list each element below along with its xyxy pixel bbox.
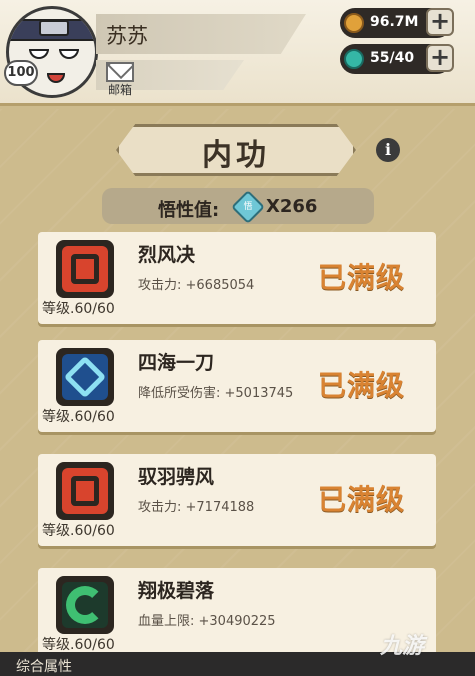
skill-stat: 攻击力: +6685054	[138, 278, 255, 293]
mailbox-label: 邮箱	[107, 83, 132, 97]
skill-card[interactable]: 四海一刀 降低所受伤害: +5013745 等级.60/60 已满级	[38, 340, 436, 432]
info-icon[interactable]: i	[376, 138, 400, 162]
energy-value: 55/40	[370, 50, 415, 66]
diamond-rune-icon	[56, 348, 114, 406]
mailbox-button[interactable]: 邮箱	[104, 60, 136, 102]
coin-value: 96.7M	[370, 14, 419, 30]
max-level-badge: 已满级	[318, 261, 406, 294]
overall-attributes-tab[interactable]: 综合属性	[16, 656, 72, 676]
skill-level: 等级.60/60	[42, 301, 115, 317]
fire-rune-icon	[56, 240, 114, 298]
skill-level: 等级.60/60	[42, 409, 115, 425]
headband-plate-icon	[39, 20, 69, 36]
skill-card[interactable]: 驭羽骋风 攻击力: +7174188 等级.60/60 已满级	[38, 454, 436, 546]
avatar-right-eye	[59, 49, 79, 59]
insight-gem-glyph: 悟	[243, 202, 253, 212]
fire-rune-icon	[56, 462, 114, 520]
skill-name: 四海一刀	[138, 352, 215, 374]
skill-stat: 攻击力: +7174188	[138, 500, 255, 515]
max-level-badge: 已满级	[318, 483, 406, 516]
add-energy-button[interactable]: +	[426, 44, 454, 72]
max-level-badge: 已满级	[318, 369, 406, 402]
player-level-badge: 100	[4, 60, 38, 86]
page-title: 内功	[202, 138, 270, 173]
watermark-logo: 九游	[380, 634, 425, 659]
avatar-left-eye	[29, 49, 49, 59]
envelope-icon	[106, 62, 134, 82]
skill-card[interactable]: 烈风决 攻击力: +6685054 等级.60/60 已满级	[38, 232, 436, 324]
skill-stat: 血量上限: +30490225	[138, 614, 276, 629]
player-name: 苏苏	[106, 24, 148, 48]
skill-name: 烈风决	[138, 244, 196, 266]
coin-icon	[344, 13, 364, 33]
insight-value: X266	[266, 196, 318, 217]
skill-level: 等级.60/60	[42, 637, 115, 653]
skill-name: 驭羽骋风	[138, 466, 215, 488]
insight-label: 悟性值:	[158, 200, 220, 221]
skill-level: 等级.60/60	[42, 523, 115, 539]
skill-card[interactable]: 翔极碧落 血量上限: +30490225 等级.60/60	[38, 568, 436, 658]
swirl-rune-icon	[56, 576, 114, 634]
skill-name: 翔极碧落	[138, 580, 215, 602]
energy-orb-icon	[344, 49, 364, 69]
avatar-mouth	[47, 73, 65, 83]
skill-stat: 降低所受伤害: +5013745	[138, 386, 294, 401]
add-coin-button[interactable]: +	[426, 8, 454, 36]
